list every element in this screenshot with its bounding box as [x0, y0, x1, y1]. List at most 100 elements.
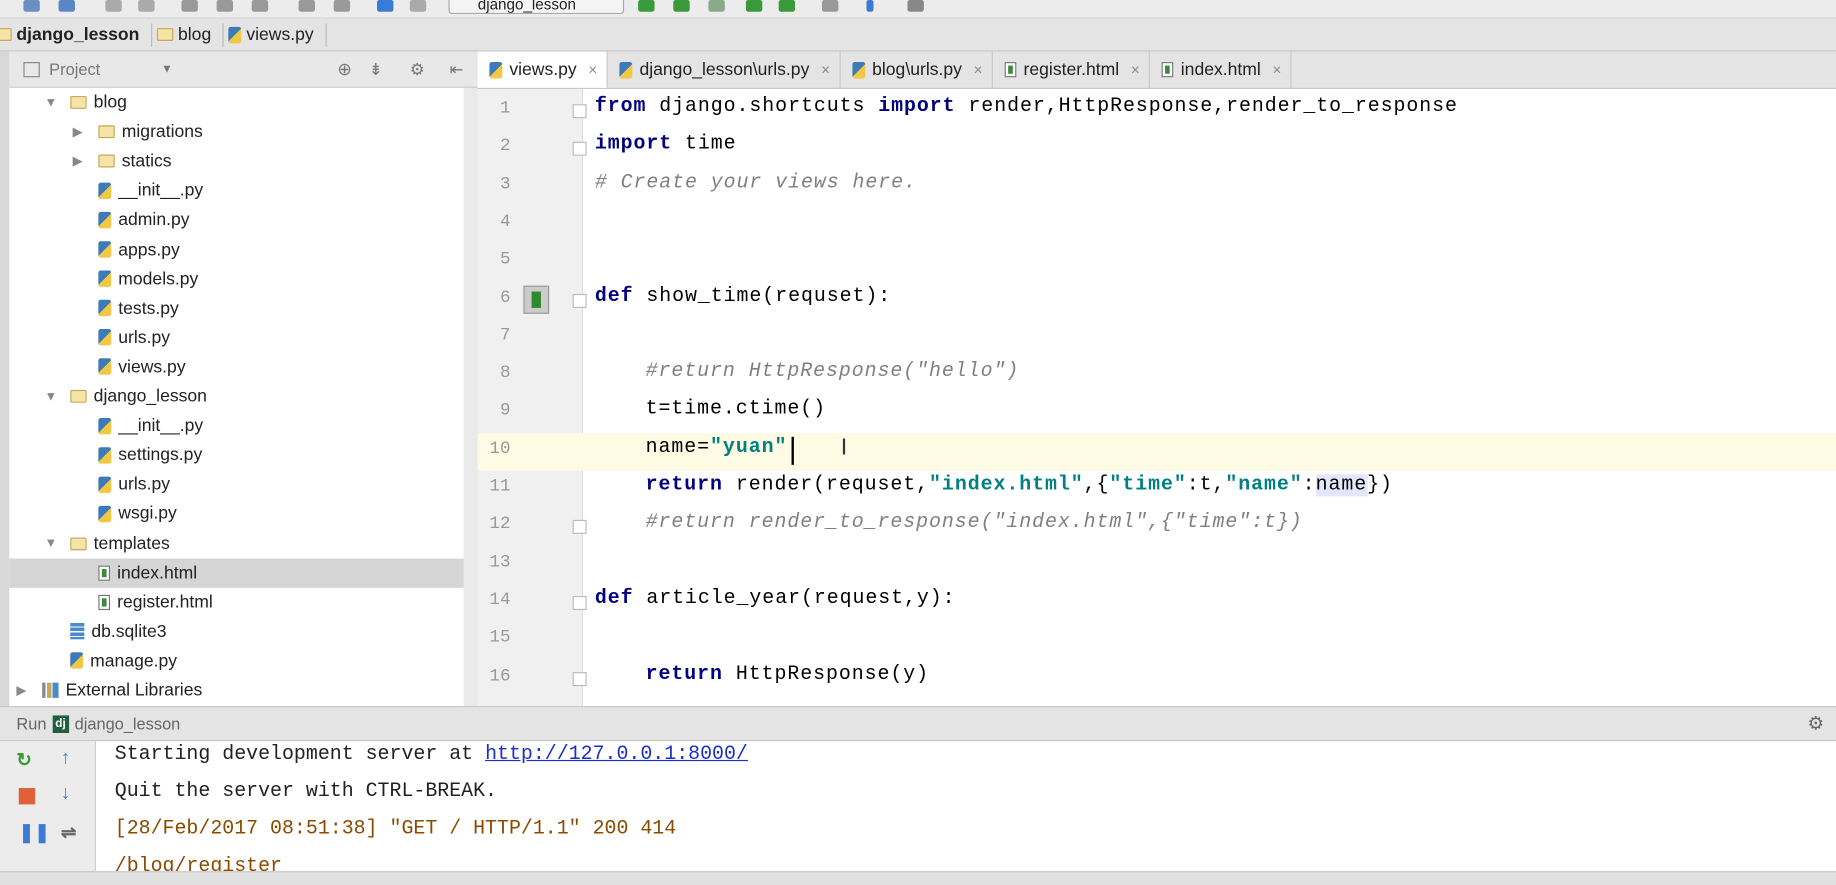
expand-arrow-icon[interactable]: ▼	[44, 389, 57, 403]
tree-item[interactable]: ▼ blog	[9, 88, 463, 117]
hide-panel-icon[interactable]: ⇤	[450, 59, 464, 79]
locate-icon[interactable]: ⊕	[337, 59, 352, 80]
tree-item[interactable]: views.py	[9, 352, 463, 381]
help-icon[interactable]	[866, 0, 874, 12]
up-arrow-icon[interactable]: ↑	[61, 748, 70, 769]
find-icon[interactable]	[298, 0, 315, 12]
attach-icon[interactable]	[778, 0, 796, 12]
sdk-icon[interactable]	[907, 0, 924, 12]
tree-item[interactable]: urls.py	[9, 323, 463, 352]
down-arrow-icon[interactable]: ↓	[61, 783, 70, 804]
tree-item[interactable]: models.py	[9, 264, 463, 293]
tree-item[interactable]: ▼ templates	[9, 529, 463, 558]
python-file-icon	[70, 652, 84, 670]
tree-item[interactable]: __init__.py	[9, 411, 463, 440]
close-icon[interactable]: ×	[588, 61, 597, 79]
back-icon[interactable]	[377, 0, 394, 12]
fold-marker-icon[interactable]	[572, 595, 587, 610]
close-icon[interactable]: ×	[821, 61, 830, 79]
html-file-icon	[98, 565, 111, 581]
collapse-arrow-icon[interactable]: ▶	[16, 683, 26, 698]
expand-arrow-icon[interactable]: ▼	[44, 95, 57, 109]
close-icon[interactable]: ×	[1273, 61, 1282, 79]
soft-wrap-icon[interactable]: ⇌	[61, 821, 77, 844]
python-file-icon	[98, 299, 112, 317]
breadcrumb-blog[interactable]: blog	[152, 22, 225, 47]
paste-icon[interactable]	[251, 0, 269, 12]
code-token: render(requset,	[722, 474, 930, 497]
undo-icon[interactable]	[105, 0, 122, 12]
tree-item[interactable]: apps.py	[9, 235, 463, 264]
tab-views-py[interactable]: views.py ×	[477, 51, 608, 88]
collapse-arrow-icon[interactable]: ▶	[73, 124, 83, 139]
tree-scrollbar[interactable]	[463, 87, 478, 707]
fold-marker-icon[interactable]	[572, 142, 587, 157]
tree-item[interactable]: register.html	[9, 587, 463, 616]
tab-index-html[interactable]: index.html ×	[1150, 51, 1292, 88]
code-token: def	[594, 587, 634, 610]
coverage-icon[interactable]	[708, 0, 725, 12]
tree-item-label: blog	[93, 92, 127, 113]
chevron-down-icon[interactable]: ▼	[161, 63, 173, 76]
save-icon[interactable]	[23, 0, 40, 12]
fold-marker-icon[interactable]	[572, 520, 587, 535]
html-template-marker-icon[interactable]	[523, 285, 550, 314]
forward-icon[interactable]	[409, 0, 427, 12]
breadcrumb-project[interactable]: django_lesson	[0, 22, 153, 47]
sync-icon[interactable]	[58, 0, 75, 12]
tree-item[interactable]: __init__.py	[9, 176, 463, 205]
tree-item[interactable]: ▶ statics	[9, 147, 463, 176]
run-config-select[interactable]: django_lesson	[448, 0, 625, 15]
folder-icon	[98, 154, 115, 168]
console-line: [28/Feb/2017 08:51:38] "GET / HTTP/1.1" …	[114, 818, 677, 841]
tree-item-label: External Libraries	[65, 680, 203, 701]
run-icon[interactable]	[638, 0, 655, 12]
tree-item[interactable]: ▶ External Libraries	[9, 676, 463, 705]
project-view-select[interactable]: Project	[49, 60, 100, 79]
tab-register-html[interactable]: register.html ×	[993, 51, 1151, 88]
fold-marker-icon[interactable]	[572, 104, 587, 119]
tree-item[interactable]: ▶ migrations	[9, 117, 463, 146]
code-token: from	[594, 96, 647, 119]
tree-item[interactable]: db.sqlite3	[9, 617, 463, 646]
fold-marker-icon[interactable]	[572, 671, 587, 686]
code-token: render,HttpResponse,render_to_response	[955, 96, 1458, 119]
tree-item[interactable]: index.html	[9, 558, 464, 588]
debug-icon[interactable]	[673, 0, 690, 12]
gear-icon[interactable]: ⚙	[1807, 712, 1824, 735]
run-config-tab[interactable]: django_lesson	[75, 714, 181, 733]
copy-icon[interactable]	[216, 0, 234, 12]
python-file-icon	[98, 270, 112, 287]
profile-icon[interactable]	[745, 0, 763, 12]
tree-item[interactable]: settings.py	[9, 440, 463, 469]
collapse-all-icon[interactable]: ⇟	[369, 59, 383, 79]
replace-icon[interactable]	[333, 0, 351, 12]
code-token: return	[645, 474, 723, 497]
tree-item[interactable]: admin.py	[9, 205, 463, 234]
tab-blog-urls-py[interactable]: blog\urls.py ×	[841, 51, 994, 88]
close-icon[interactable]: ×	[1131, 61, 1140, 79]
code-token: #return render_to_response("index.html",…	[645, 512, 1303, 535]
server-url-link[interactable]: http://127.0.0.1:8000/	[485, 744, 748, 766]
code-line: t=time.ctime()	[646, 399, 826, 421]
tree-item[interactable]: ▼ django_lesson	[9, 382, 463, 411]
close-icon[interactable]: ×	[974, 61, 983, 79]
tree-item[interactable]: wsgi.py	[9, 499, 463, 528]
vcs-icon[interactable]	[821, 0, 839, 12]
fold-marker-icon[interactable]	[572, 293, 587, 308]
expand-arrow-icon[interactable]: ▼	[44, 536, 57, 550]
stop-icon[interactable]	[18, 788, 36, 805]
tree-item[interactable]: manage.py	[9, 646, 463, 675]
tree-item[interactable]: tests.py	[9, 294, 463, 323]
tab-django-lesson-urls-py[interactable]: django_lesson\urls.py ×	[608, 51, 841, 88]
collapse-arrow-icon[interactable]: ▶	[73, 154, 83, 169]
breadcrumb-file[interactable]: views.py	[224, 22, 327, 47]
code-token: return	[645, 663, 723, 686]
redo-icon[interactable]	[138, 0, 155, 12]
gear-icon[interactable]: ⚙	[410, 59, 425, 79]
tree-item-label: django_lesson	[93, 386, 207, 407]
rerun-icon[interactable]: ↻	[16, 748, 32, 771]
tree-item[interactable]: urls.py	[9, 470, 463, 499]
pause-icon[interactable]: ❚❚	[19, 821, 50, 844]
cut-icon[interactable]	[181, 0, 198, 12]
